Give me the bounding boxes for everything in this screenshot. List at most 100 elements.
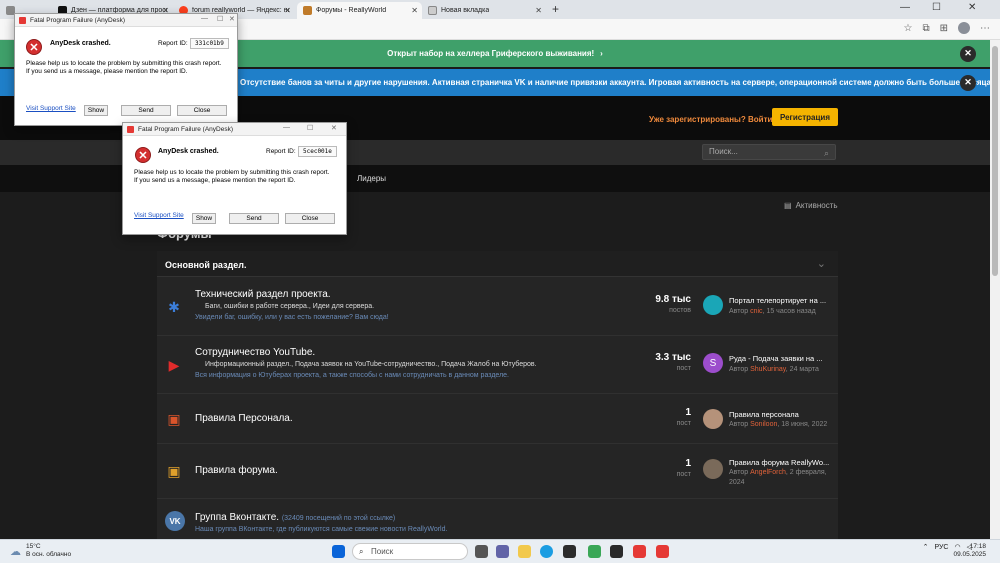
close-button[interactable]: Close <box>177 105 227 116</box>
report-id-field[interactable]: 5cec001e <box>298 146 337 157</box>
last-post-user[interactable]: AngelForch <box>750 469 786 476</box>
send-button[interactable]: Send <box>121 105 171 116</box>
last-post-user[interactable]: Soniloon <box>750 421 777 428</box>
close-tab-icon[interactable]: ✕ <box>535 6 542 15</box>
avatar[interactable] <box>703 459 723 479</box>
last-post-year: 2024 <box>729 479 745 486</box>
report-id-field[interactable]: 331c01b9 <box>190 38 229 49</box>
nav-item-leaders[interactable]: Лидеры <box>357 174 386 183</box>
chevron-down-icon[interactable]: ⌄ <box>817 257 826 270</box>
vk-icon: VK <box>165 511 185 531</box>
forum-row[interactable]: ▣ Правила Персонала. 1 пост Правила перс… <box>157 394 838 444</box>
subforum-links[interactable]: Баги, ошибки в работе сервера., Идеи для… <box>205 303 374 310</box>
minimize-icon[interactable]: — <box>900 2 910 13</box>
avatar[interactable] <box>703 409 723 429</box>
last-post-meta: Автор AngelForch, 2 февраля, <box>729 469 827 476</box>
clock-date: 09.05.2025 <box>953 551 986 558</box>
edge-icon[interactable] <box>540 545 553 558</box>
forum-name[interactable]: Правила форума. <box>195 465 278 476</box>
forum-name[interactable]: Группа Вконтакте. (32409 посещений по эт… <box>195 512 395 523</box>
app-icon[interactable] <box>610 545 623 558</box>
login-link[interactable]: Уже зарегистрированы? Войти ▾ <box>649 115 779 124</box>
close-notice-icon[interactable]: ✕ <box>960 74 976 91</box>
last-post-title[interactable]: Руда - Подача заявки на ... <box>729 354 823 363</box>
last-post-time: , 24 марта <box>785 366 819 373</box>
search-icon[interactable]: ⌕ <box>824 146 829 160</box>
send-button[interactable]: Send <box>229 213 279 224</box>
start-icon[interactable] <box>332 545 345 558</box>
forum-name-text: Группа Вконтакте. <box>195 512 280 523</box>
tab-reallyworld[interactable]: Форумы - ReallyWorld ✕ <box>297 2 422 19</box>
new-tab-button[interactable]: + <box>552 2 559 16</box>
youtube-icon: ▶ <box>168 356 180 373</box>
close-tab-icon[interactable]: ✕ <box>411 6 418 15</box>
last-post-time: , 15 часов назад <box>762 308 816 315</box>
close-notice-icon[interactable]: ✕ <box>960 45 976 62</box>
window-close-icon[interactable]: ✕ <box>968 2 976 13</box>
minimize-icon[interactable]: — <box>201 15 208 22</box>
taskbar-search[interactable]: ⌕ Поиск <box>352 543 468 560</box>
register-button[interactable]: Регистрация <box>772 108 838 126</box>
activity-link[interactable]: ▤ Активность <box>784 201 838 210</box>
last-post-title[interactable]: Правила форума ReallyWo... <box>729 458 829 467</box>
notice-blue-text[interactable]: Отсутствие банов за читы и другие наруше… <box>240 78 990 87</box>
last-post-user[interactable]: ShuKurinay <box>750 366 786 373</box>
post-count: 1 <box>685 458 691 469</box>
main-content: ▤ Активность Форумы Основной раздел. ⌄ ✱… <box>0 192 990 539</box>
search-input[interactable]: Поиск... ⌕ <box>702 144 836 160</box>
scrollbar-thumb[interactable] <box>992 46 998 276</box>
forum-name[interactable]: Технический раздел проекта. <box>195 289 331 300</box>
avatar[interactable] <box>703 295 723 315</box>
minimize-icon[interactable]: — <box>283 124 290 131</box>
page-scrollbar[interactable] <box>990 40 1000 539</box>
avatar[interactable]: S <box>703 353 723 373</box>
extensions-icon[interactable]: ⧉ <box>922 23 929 34</box>
maximize-icon[interactable]: ☐ <box>932 2 941 13</box>
store-icon[interactable] <box>563 545 576 558</box>
language-indicator[interactable]: РУС <box>934 544 948 551</box>
notice-green-text[interactable]: Открыт набор на хеллера Гриферского выжи… <box>387 49 594 58</box>
anydesk-icon[interactable] <box>656 545 669 558</box>
forum-row[interactable]: VK Группа Вконтакте. (32409 посещений по… <box>157 499 838 539</box>
tab-new[interactable]: Новая вкладка ✕ <box>422 2 546 19</box>
chevron-up-icon[interactable]: ⌃ <box>923 543 929 551</box>
forum-name[interactable]: Сотрудничество YouTube. <box>195 347 315 358</box>
weather-widget[interactable]: ☁ 15°C В осн. облачно <box>10 543 71 559</box>
file-explorer-icon[interactable] <box>518 545 531 558</box>
taskbar-search-label: Поиск <box>371 547 394 556</box>
collections-icon[interactable]: ⊞ <box>940 23 948 34</box>
weather-desc: В осн. облачно <box>26 551 72 558</box>
section-title: Основной раздел. <box>165 260 247 270</box>
show-button[interactable]: Show <box>84 105 108 116</box>
forum-name[interactable]: Правила Персонала. <box>195 413 293 424</box>
forum-row[interactable]: ✱ Технический раздел проекта. Баги, ошиб… <box>157 278 838 336</box>
last-post-user[interactable]: cnic <box>750 308 762 315</box>
show-button[interactable]: Show <box>192 213 216 224</box>
support-site-link[interactable]: Visit Support Site <box>26 105 76 112</box>
last-post-title[interactable]: Портал телепортирует на ... <box>729 296 826 305</box>
close-tab-icon[interactable]: ✕ <box>284 6 291 15</box>
dialog-title: Fatal Program Failure (AnyDesk) <box>30 16 125 24</box>
chat-icon[interactable] <box>496 545 509 558</box>
subforum-links[interactable]: Информационный раздел., Подача заявок на… <box>205 361 537 368</box>
post-count: 3.3 тыс <box>655 352 691 363</box>
last-post-title[interactable]: Правила персонала <box>729 410 799 419</box>
more-menu-icon[interactable]: ⋯ <box>980 23 990 34</box>
tab-title: Форумы - ReallyWorld <box>316 7 387 14</box>
forum-row[interactable]: ▣ Правила форума. 1 пост Правила форума … <box>157 444 838 499</box>
favorites-icon[interactable]: ☆ <box>904 23 913 34</box>
app-icon[interactable] <box>588 545 601 558</box>
clock[interactable]: 17:18 09.05.2025 <box>953 543 986 559</box>
maximize-icon[interactable]: ☐ <box>217 15 223 23</box>
profile-avatar[interactable] <box>958 22 970 34</box>
forum-row[interactable]: ▶ Сотрудничество YouTube. Информационный… <box>157 336 838 394</box>
anydesk-icon[interactable] <box>633 545 646 558</box>
task-view-icon[interactable] <box>475 545 488 558</box>
maximize-icon[interactable]: ☐ <box>307 124 313 132</box>
close-icon[interactable]: ✕ <box>229 15 235 23</box>
support-site-link[interactable]: Visit Support Site <box>134 212 184 219</box>
section-header[interactable]: Основной раздел. ⌄ <box>157 251 838 277</box>
close-button[interactable]: Close <box>285 213 335 224</box>
close-icon[interactable]: ✕ <box>331 124 337 132</box>
last-post-meta: Автор cnic, 15 часов назад <box>729 308 816 315</box>
